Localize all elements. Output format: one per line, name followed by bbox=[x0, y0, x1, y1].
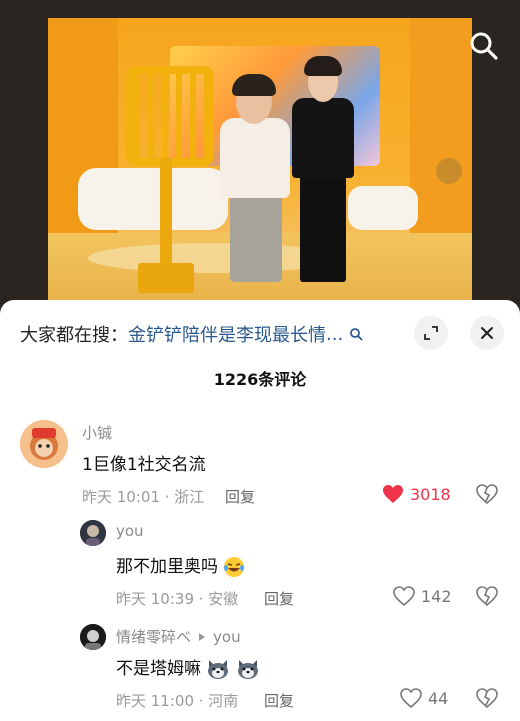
close-button[interactable] bbox=[470, 316, 504, 350]
like-button[interactable]: 3018 bbox=[382, 484, 451, 504]
heart-outline-icon bbox=[393, 586, 415, 606]
reply-meta: 昨天 10:39 · 安徽 bbox=[116, 590, 239, 608]
reply-item: you 那不加里奥吗 昨天 10:39 · 安徽 回复 142 bbox=[0, 514, 520, 614]
avatar[interactable] bbox=[80, 624, 106, 650]
reply-text-content: 那不加里奥吗 bbox=[116, 557, 218, 577]
trophy-handle bbox=[160, 158, 172, 268]
comment-item: 小铖 1巨像1社交名流 昨天 10:01 · 浙江 回复 3018 bbox=[0, 412, 520, 512]
golden-spatula-trophy bbox=[126, 66, 214, 166]
heart-filled-icon bbox=[383, 485, 403, 503]
reply-meta: 昨天 11:00 · 河南 bbox=[116, 692, 239, 710]
dislike-button[interactable] bbox=[476, 688, 498, 712]
husky-dog-emoji-icon bbox=[208, 660, 229, 679]
husky-dog-emoji-icon bbox=[237, 660, 258, 679]
heart-outline-icon bbox=[400, 688, 422, 708]
like-count: 3018 bbox=[410, 484, 451, 504]
reply-username[interactable]: 情绪零碎ベ bbox=[116, 626, 191, 647]
broken-heart-icon bbox=[476, 688, 498, 709]
search-button[interactable] bbox=[466, 28, 502, 64]
reply-username-line: 情绪零碎ベ you bbox=[116, 626, 241, 647]
dark-avatar-icon bbox=[80, 520, 106, 546]
person-left-body bbox=[220, 118, 290, 198]
laugh-cry-emoji-icon bbox=[224, 557, 245, 577]
avatar[interactable] bbox=[80, 520, 106, 546]
bw-avatar-icon bbox=[80, 624, 106, 650]
expand-button[interactable] bbox=[414, 316, 448, 350]
expand-icon bbox=[424, 326, 438, 340]
like-count: 44 bbox=[428, 688, 449, 708]
potted-plant bbox=[436, 158, 462, 184]
search-icon bbox=[470, 32, 498, 60]
comment-username[interactable]: 小铖 bbox=[82, 422, 112, 443]
hot-search-prefix: 大家都在搜： bbox=[20, 325, 128, 346]
broken-heart-icon bbox=[476, 484, 498, 505]
person-left-legs bbox=[230, 194, 282, 282]
comment-count: 1226条评论 bbox=[213, 370, 307, 389]
person-right-legs bbox=[300, 174, 346, 282]
sofa bbox=[78, 168, 228, 230]
person-left-hair bbox=[232, 74, 276, 96]
reply-button[interactable]: 回复 bbox=[225, 486, 255, 507]
video-player[interactable] bbox=[0, 0, 520, 312]
reply-button[interactable]: 回复 bbox=[264, 588, 294, 609]
close-icon bbox=[481, 327, 493, 339]
hot-search-query[interactable]: 金铲铲陪伴是李现最长情 bbox=[128, 321, 326, 347]
reply-username[interactable]: you bbox=[116, 522, 144, 540]
avatar[interactable] bbox=[20, 420, 68, 468]
like-button[interactable]: 44 bbox=[400, 688, 448, 708]
like-count: 142 bbox=[421, 586, 452, 606]
reply-text: 那不加里奥吗 bbox=[116, 552, 245, 578]
person-right-body bbox=[292, 98, 354, 178]
dislike-button[interactable] bbox=[476, 586, 498, 610]
like-button[interactable]: 142 bbox=[393, 586, 452, 606]
comment-text: 1巨像1社交名流 bbox=[82, 455, 206, 475]
person-right-hair bbox=[304, 56, 342, 76]
reply-arrow-icon bbox=[199, 632, 206, 641]
hot-search-ellipsis: ... bbox=[326, 323, 344, 345]
reply-item: 情绪零碎ベ you 不是塔姆嘛 昨天 11:00 · 河南 回复 44 bbox=[0, 618, 520, 721]
reply-to-username[interactable]: you bbox=[213, 628, 241, 646]
broken-heart-icon bbox=[476, 586, 498, 607]
dislike-button[interactable] bbox=[476, 484, 498, 508]
search-icon bbox=[350, 328, 363, 341]
reply-text-content: 不是塔姆嘛 bbox=[116, 659, 201, 679]
video-frame bbox=[48, 18, 472, 303]
trophy-base bbox=[138, 263, 194, 293]
armchair bbox=[348, 186, 418, 230]
reply-text: 不是塔姆嘛 bbox=[116, 654, 260, 680]
comment-meta: 昨天 10:01 · 浙江 bbox=[82, 488, 205, 506]
reply-button[interactable]: 回复 bbox=[264, 690, 294, 711]
monkey-avatar-icon bbox=[20, 420, 68, 468]
comment-sheet: 大家都在搜： 金铲铲陪伴是李现最长情 ... 1226条评论 小铖 1巨像1社交… bbox=[0, 300, 520, 721]
